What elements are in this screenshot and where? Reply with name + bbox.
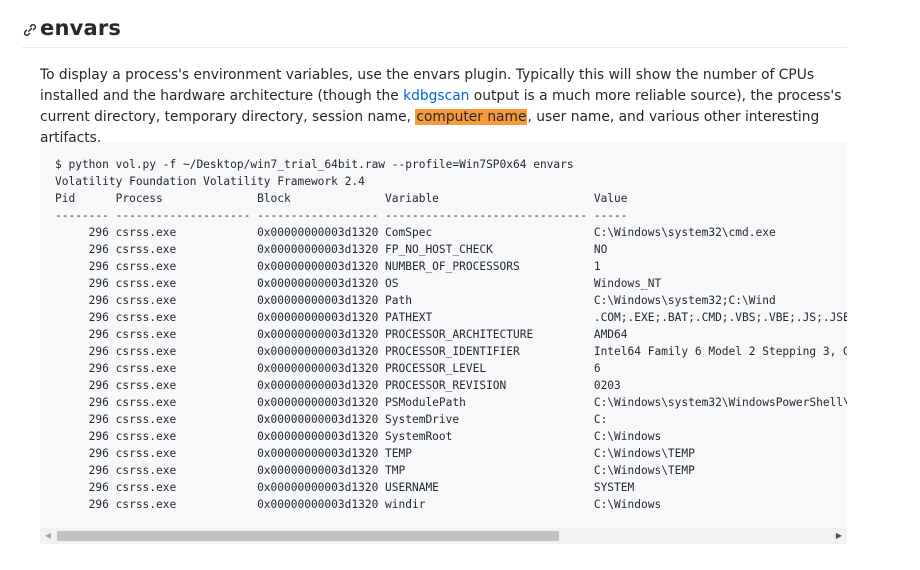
table-row: 296 csrss.exe 0x00000000003d1320 SystemR… — [55, 430, 662, 443]
code-output: $ python vol.py -f ~/Desktop/win7_trial_… — [55, 156, 847, 513]
table-row: 296 csrss.exe 0x00000000003d1320 PROCESS… — [55, 345, 847, 358]
table-row: 296 csrss.exe 0x00000000003d1320 PROCESS… — [55, 328, 628, 341]
scroll-left-arrow-icon[interactable]: ◀ — [40, 528, 56, 544]
highlighted-text: computer name — [415, 109, 528, 125]
table-row: 296 csrss.exe 0x00000000003d1320 ComSpec… — [55, 226, 776, 239]
table-header-row: Pid Process Block Variable Value — [55, 192, 628, 205]
table-row: 296 csrss.exe 0x00000000003d1320 PSModul… — [55, 396, 847, 409]
table-row: 296 csrss.exe 0x00000000003d1320 USERNAM… — [55, 481, 635, 494]
table-row: 296 csrss.exe 0x00000000003d1320 FP_NO_H… — [55, 243, 608, 256]
scrollbar-thumb[interactable] — [57, 531, 559, 541]
link-icon[interactable] — [22, 22, 38, 38]
separator-line: -------- -------------------- ----------… — [55, 209, 628, 222]
table-row: 296 csrss.exe 0x00000000003d1320 SystemD… — [55, 413, 608, 426]
table-row: 296 csrss.exe 0x00000000003d1320 Path C:… — [55, 294, 776, 307]
description-paragraph: To display a process's environment varia… — [40, 65, 848, 149]
scroll-right-arrow-icon[interactable]: ▶ — [831, 528, 847, 544]
horizontal-scrollbar[interactable]: ◀ ▶ — [40, 528, 847, 544]
page-title: envars — [40, 16, 122, 40]
table-row: 296 csrss.exe 0x00000000003d1320 OS Wind… — [55, 277, 662, 290]
table-row: 296 csrss.exe 0x00000000003d1320 TMP C:\… — [55, 464, 695, 477]
table-row: 296 csrss.exe 0x00000000003d1320 TEMP C:… — [55, 447, 695, 460]
table-row: 296 csrss.exe 0x00000000003d1320 PROCESS… — [55, 379, 621, 392]
banner-line: Volatility Foundation Volatility Framewo… — [55, 175, 365, 188]
code-block: $ python vol.py -f ~/Desktop/win7_trial_… — [40, 142, 847, 544]
table-row: 296 csrss.exe 0x00000000003d1320 windir … — [55, 498, 662, 511]
section-heading: envars — [22, 14, 847, 48]
command-line: $ python vol.py -f ~/Desktop/win7_trial_… — [55, 158, 574, 171]
kdbgscan-link[interactable]: kdbgscan — [403, 88, 469, 104]
table-row: 296 csrss.exe 0x00000000003d1320 PROCESS… — [55, 362, 601, 375]
table-row: 296 csrss.exe 0x00000000003d1320 NUMBER_… — [55, 260, 601, 273]
table-row: 296 csrss.exe 0x00000000003d1320 PATHEXT… — [55, 311, 847, 324]
